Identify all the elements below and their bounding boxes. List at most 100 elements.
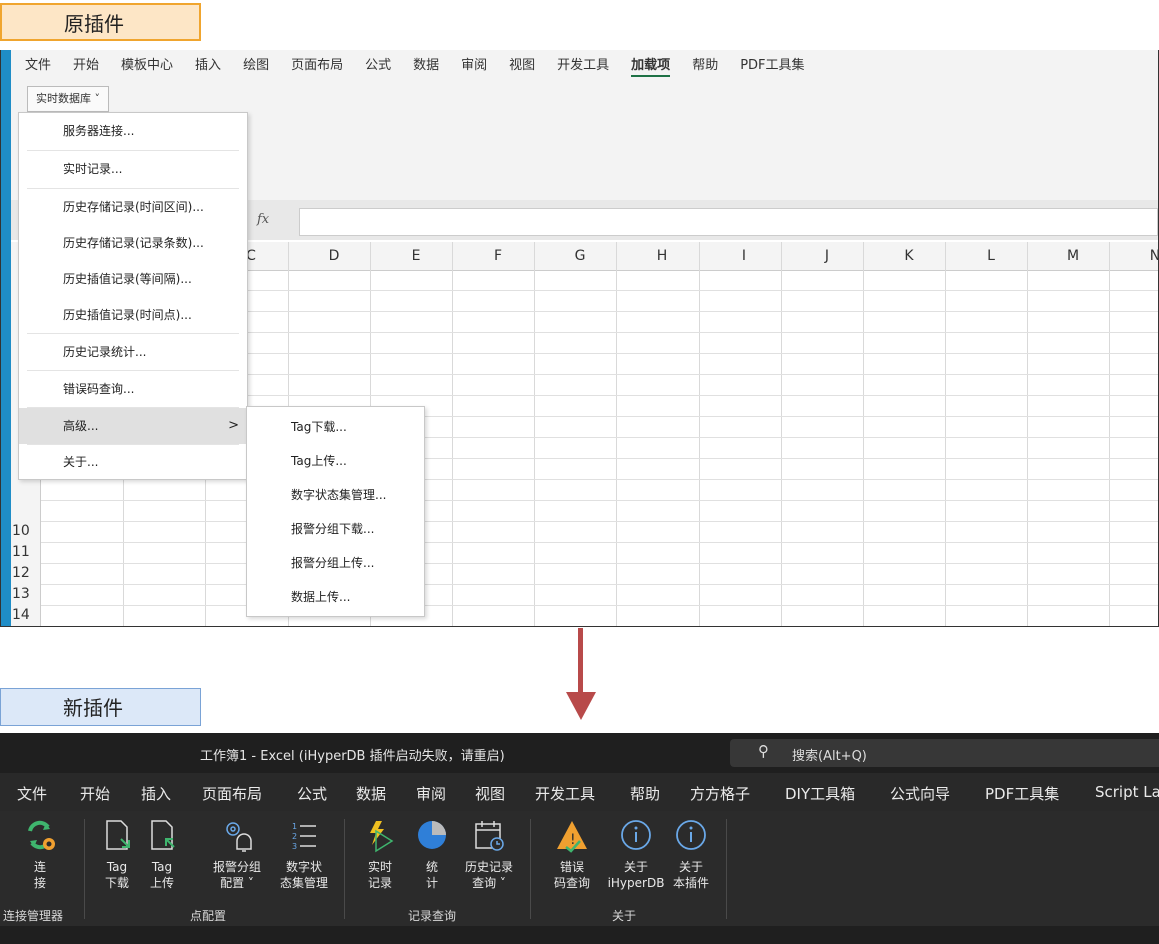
tab-review[interactable]: 审阅 — [416, 783, 446, 804]
menu-item-interp-interval[interactable]: 历史插值记录(等间隔)... — [19, 261, 247, 297]
tab-insert[interactable]: 插入 — [141, 783, 171, 804]
tab-pdf-tools[interactable]: PDF工具集 — [985, 783, 1059, 804]
tab-page-layout[interactable]: 页面布局 — [291, 54, 343, 77]
realtime-db-dropdown-button[interactable]: 实时数据库 ˅ — [27, 86, 109, 112]
tag-download-icon — [106, 820, 130, 850]
menu-item-history-count[interactable]: 历史存储记录(记录条数)... — [19, 225, 247, 261]
row-header[interactable]: 11 — [12, 544, 30, 560]
new-excel-window: 工作簿1 - Excel (iHyperDB 插件启动失败，请重启) ⚲ 搜索(… — [0, 733, 1159, 944]
tab-review[interactable]: 审阅 — [461, 54, 487, 77]
error-code-query-button[interactable]: ! 错误 码查询 — [538, 817, 606, 891]
column-header[interactable]: F — [488, 248, 508, 264]
menu-item-advanced[interactable]: 高级... > — [19, 408, 247, 444]
old-excel-window: 文件 开始 模板中心 插入 绘图 页面布局 公式 数据 审阅 视图 开发工具 加… — [0, 50, 1159, 627]
group-label-point-config: 点配置 — [190, 909, 227, 923]
column-header[interactable]: I — [734, 248, 754, 264]
group-label-about: 关于 — [612, 909, 637, 923]
tab-page-layout[interactable]: 页面布局 — [202, 783, 262, 804]
tab-help[interactable]: 帮助 — [630, 783, 660, 804]
tag-download-button[interactable]: Tag 下载 — [97, 817, 137, 891]
submenu-item-tag-download[interactable]: Tag下载... — [247, 409, 424, 445]
window-title: 工作簿1 - Excel (iHyperDB 插件启动失败，请重启) — [200, 749, 505, 764]
about-plugin-button[interactable]: 关于 本插件 — [664, 817, 718, 891]
transition-arrow — [578, 628, 583, 694]
svg-text:1: 1 — [292, 822, 297, 831]
new-ribbon: 连接 Tag 下载 Tag 上传 报警分组 配置 ˅ 123 数字状 态集管理 实时 记录 — [0, 811, 1159, 926]
error-icon: ! — [557, 821, 587, 853]
submenu-item-digital-state[interactable]: 数字状态集管理... — [247, 477, 424, 513]
column-header[interactable]: L — [981, 248, 1001, 264]
column-header[interactable]: M — [1063, 248, 1083, 264]
column-header[interactable]: D — [324, 248, 344, 264]
tab-template[interactable]: 模板中心 — [121, 54, 173, 77]
tab-formulas[interactable]: 公式 — [365, 54, 391, 77]
submenu-item-tag-upload[interactable]: Tag上传... — [247, 443, 424, 479]
stats-icon — [418, 821, 446, 849]
menu-item-history-time-range[interactable]: 历史存储记录(时间区间)... — [19, 189, 247, 225]
info-icon — [676, 820, 706, 850]
connect-button[interactable]: 连接 — [14, 817, 66, 891]
advanced-submenu: Tag下载... Tag上传... 数字状态集管理... 报警分组下载... 报… — [246, 406, 425, 617]
tag-upload-button[interactable]: Tag 上传 — [142, 817, 182, 891]
tab-formula-wizard[interactable]: 公式向导 — [890, 783, 950, 804]
menu-item-server-connect[interactable]: 服务器连接... — [19, 113, 247, 149]
tab-home[interactable]: 开始 — [80, 783, 110, 804]
formula-input[interactable] — [299, 208, 1158, 236]
statistics-button[interactable]: 统计 — [410, 817, 454, 891]
alarm-config-icon — [226, 822, 252, 852]
digital-state-button[interactable]: 123 数字状 态集管理 — [272, 817, 336, 891]
menu-item-history-stats[interactable]: 历史记录统计... — [19, 334, 247, 370]
search-box[interactable]: ⚲ 搜索(Alt+Q) — [730, 739, 1159, 767]
new-ribbon-tabs: 文件 开始 插入 页面布局 公式 数据 审阅 视图 开发工具 帮助 方方格子 D… — [0, 773, 1159, 811]
row-header[interactable]: 12 — [12, 565, 30, 581]
submenu-item-data-upload[interactable]: 数据上传... — [247, 579, 424, 615]
group-label-record-query: 记录查询 — [408, 909, 457, 923]
tab-draw[interactable]: 绘图 — [243, 54, 269, 77]
tab-file[interactable]: 文件 — [25, 54, 51, 77]
history-query-button[interactable]: 历史记录 查询 ˅ — [456, 817, 522, 891]
about-ihyperdb-button[interactable]: 关于 iHyperDB — [604, 817, 668, 891]
row-header[interactable]: 10 — [12, 523, 30, 539]
svg-text:2: 2 — [292, 832, 297, 841]
row-header[interactable]: 14 — [12, 607, 30, 623]
menu-item-error-code[interactable]: 错误码查询... — [19, 371, 247, 407]
tab-addins[interactable]: 加载项 — [631, 54, 671, 77]
tab-view[interactable]: 视图 — [475, 783, 505, 804]
tab-developer[interactable]: 开发工具 — [557, 54, 609, 77]
arrow-down-icon — [566, 692, 596, 720]
realtime-record-button[interactable]: 实时 记录 — [358, 817, 402, 891]
tab-data[interactable]: 数据 — [356, 783, 386, 804]
column-header[interactable]: H — [652, 248, 672, 264]
tab-home[interactable]: 开始 — [73, 54, 99, 77]
fx-icon[interactable]: fx — [257, 212, 269, 227]
column-header[interactable]: K — [899, 248, 919, 264]
tab-help[interactable]: 帮助 — [692, 54, 718, 77]
tab-fangfang[interactable]: 方方格子 — [690, 783, 750, 804]
column-header[interactable]: G — [570, 248, 590, 264]
row-header[interactable]: 13 — [12, 586, 30, 602]
tab-diy-toolbox[interactable]: DIY工具箱 — [785, 783, 855, 804]
digital-state-icon: 123 — [292, 822, 316, 851]
menu-item-about[interactable]: 关于... — [19, 444, 247, 480]
tab-view[interactable]: 视图 — [509, 54, 535, 77]
column-header[interactable]: J — [817, 248, 837, 264]
submenu-item-alarm-upload[interactable]: 报警分组上传... — [247, 545, 424, 581]
tab-data[interactable]: 数据 — [413, 54, 439, 77]
tab-pdf-tools[interactable]: PDF工具集 — [740, 54, 804, 77]
svg-text:3: 3 — [292, 842, 297, 851]
title-bar: 工作簿1 - Excel (iHyperDB 插件启动失败，请重启) ⚲ 搜索(… — [0, 733, 1159, 773]
tab-formulas[interactable]: 公式 — [297, 783, 327, 804]
tab-developer[interactable]: 开发工具 — [535, 783, 595, 804]
column-header[interactable]: E — [406, 248, 426, 264]
tab-insert[interactable]: 插入 — [195, 54, 221, 77]
tab-script-lab[interactable]: Script La — [1095, 783, 1159, 801]
menu-item-realtime-record[interactable]: 实时记录... — [19, 151, 247, 187]
menu-item-advanced-label: 高级... — [63, 419, 99, 433]
chevron-right-icon: > — [228, 418, 239, 433]
submenu-item-alarm-download[interactable]: 报警分组下载... — [247, 511, 424, 547]
column-header[interactable]: N — [1145, 248, 1158, 264]
alarm-group-config-button[interactable]: 报警分组 配置 ˅ — [204, 817, 270, 891]
tab-file[interactable]: 文件 — [17, 783, 47, 804]
realtime-db-menu: 服务器连接... 实时记录... 历史存储记录(时间区间)... 历史存储记录(… — [18, 112, 248, 480]
menu-item-interp-timepoint[interactable]: 历史插值记录(时间点)... — [19, 297, 247, 333]
